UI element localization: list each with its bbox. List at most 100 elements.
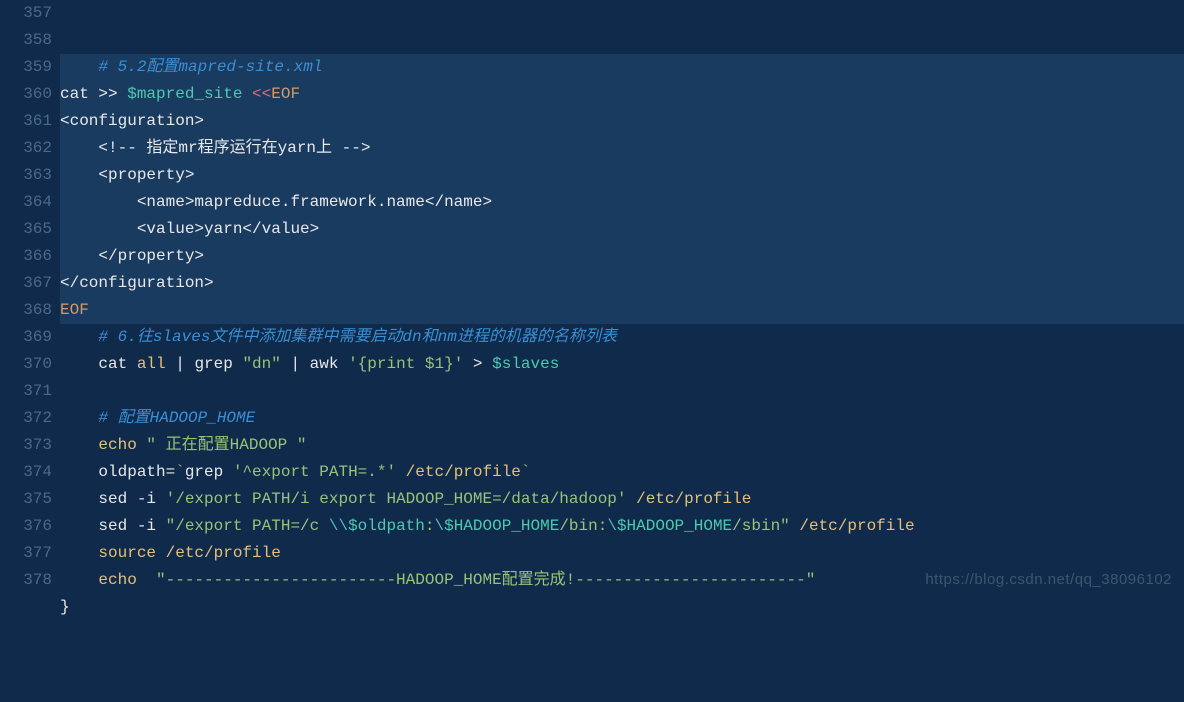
code-token: <name>mapreduce.framework.name</name> (60, 193, 492, 211)
code-line[interactable]: <!-- 指定mr程序运行在yarn上 --> (60, 135, 1184, 162)
code-line[interactable]: cat >> $mapred_site <<EOF (60, 81, 1184, 108)
line-number: 360 (0, 81, 52, 108)
code-token (60, 328, 98, 346)
code-token: /etc/profile (156, 544, 281, 562)
code-token: # 配置HADOOP_HOME (98, 409, 255, 427)
code-token: >> (98, 85, 117, 103)
code-line[interactable]: EOF (60, 297, 1184, 324)
code-line[interactable]: echo " 正在配置HADOOP " (60, 432, 1184, 459)
code-token (118, 85, 128, 103)
code-token: <value>yarn</value> (60, 220, 319, 238)
code-line[interactable]: # 5.2配置mapred-site.xml (60, 54, 1184, 81)
code-token: $slaves (492, 355, 559, 373)
code-token: $oldpath (348, 517, 425, 535)
line-number-gutter: 3573583593603613623633643653663673683693… (0, 0, 60, 601)
line-number: 370 (0, 351, 52, 378)
code-token: " (146, 436, 156, 454)
code-token: | (281, 355, 310, 373)
code-token: > (463, 355, 492, 373)
code-token: "/export PATH=/c (166, 517, 329, 535)
code-token: <!-- 指定mr程序运行在yarn上 --> (60, 139, 370, 157)
code-token: EOF (271, 85, 300, 103)
code-line[interactable]: <value>yarn</value> (60, 216, 1184, 243)
code-token: <configuration> (60, 112, 204, 130)
code-token: echo (98, 436, 136, 454)
line-number: 377 (0, 540, 52, 567)
code-token: | (166, 355, 195, 373)
code-token: \ (607, 517, 617, 535)
code-token: awk (310, 355, 348, 373)
code-token: grep (194, 355, 242, 373)
code-line[interactable] (60, 621, 1184, 648)
code-token (60, 58, 98, 76)
line-number: 365 (0, 216, 52, 243)
line-number: 372 (0, 405, 52, 432)
code-line[interactable]: <name>mapreduce.framework.name</name> (60, 189, 1184, 216)
code-token (60, 436, 98, 454)
code-line[interactable]: # 配置HADOOP_HOME (60, 405, 1184, 432)
code-token (137, 436, 147, 454)
code-line[interactable]: </property> (60, 243, 1184, 270)
code-line[interactable]: # 6.往slaves文件中添加集群中需要启动dn和nm进程的机器的名称列表 (60, 324, 1184, 351)
code-token: "dn" (242, 355, 280, 373)
code-line[interactable]: <configuration> (60, 108, 1184, 135)
code-line[interactable]: oldpath=`grep '^export PATH=.*' /etc/pro… (60, 459, 1184, 486)
line-number: 369 (0, 324, 52, 351)
code-line[interactable] (60, 378, 1184, 405)
line-number: 359 (0, 54, 52, 81)
code-token: sed (60, 490, 137, 508)
code-editor[interactable]: 3573583593603613623633643653663673683693… (0, 0, 1184, 601)
code-token (242, 85, 252, 103)
code-token: cat (60, 355, 137, 373)
code-token: </configuration> (60, 274, 214, 292)
code-token: " (297, 436, 307, 454)
code-token: $HADOOP_HOME (444, 517, 559, 535)
code-token: grep (185, 463, 233, 481)
line-number: 367 (0, 270, 52, 297)
code-line[interactable]: } (60, 594, 1184, 621)
code-line[interactable]: sed -i '/export PATH/i export HADOOP_HOM… (60, 486, 1184, 513)
line-number: 364 (0, 189, 52, 216)
code-token: '/export PATH/i export HADOOP_HOME=/data… (166, 490, 627, 508)
code-token: /etc/profile (790, 517, 915, 535)
code-token (60, 409, 98, 427)
code-line[interactable]: source /etc/profile (60, 540, 1184, 567)
code-token: ` (175, 463, 185, 481)
code-line[interactable]: </configuration> (60, 270, 1184, 297)
code-token: /etc/profile (396, 463, 521, 481)
line-number: 363 (0, 162, 52, 189)
code-token: -i (137, 490, 166, 508)
code-token: oldpath= (60, 463, 175, 481)
code-token (60, 571, 98, 589)
code-token: # 6.往slaves文件中添加集群中需要启动dn和nm进程的机器的名称列表 (98, 328, 616, 346)
code-area[interactable]: # 5.2配置mapred-site.xml cat >> $mapred_sit… (60, 0, 1184, 601)
code-token: echo (98, 571, 136, 589)
line-number: 361 (0, 108, 52, 135)
code-line[interactable]: sed -i "/export PATH=/c \\$oldpath:\$HAD… (60, 513, 1184, 540)
code-line[interactable]: <property> (60, 162, 1184, 189)
line-number: 376 (0, 513, 52, 540)
line-number: 358 (0, 27, 52, 54)
code-token: \\ (329, 517, 348, 535)
code-token (137, 571, 156, 589)
line-number: 374 (0, 459, 52, 486)
code-token: # 5.2配置mapred-site.xml (98, 58, 322, 76)
code-token: all (137, 355, 166, 373)
line-number: 375 (0, 486, 52, 513)
code-token: <property> (60, 166, 194, 184)
line-number: 368 (0, 297, 52, 324)
code-token: 正在配置HADOOP (156, 436, 297, 454)
code-token: ` (521, 463, 531, 481)
code-token: $HADOOP_HOME (617, 517, 732, 535)
line-number: 378 (0, 567, 52, 594)
watermark-text: https://blog.csdn.net/qq_38096102 (925, 566, 1172, 593)
code-line[interactable]: cat all | grep "dn" | awk '{print $1}' >… (60, 351, 1184, 378)
line-number: 357 (0, 0, 52, 27)
code-token: '{print $1}' (348, 355, 463, 373)
code-token: /sbin" (732, 517, 790, 535)
code-token: cat (60, 85, 98, 103)
code-token: source (98, 544, 156, 562)
code-token: </property> (60, 247, 204, 265)
code-token: '^export PATH=.*' (233, 463, 396, 481)
code-token: /bin: (559, 517, 607, 535)
